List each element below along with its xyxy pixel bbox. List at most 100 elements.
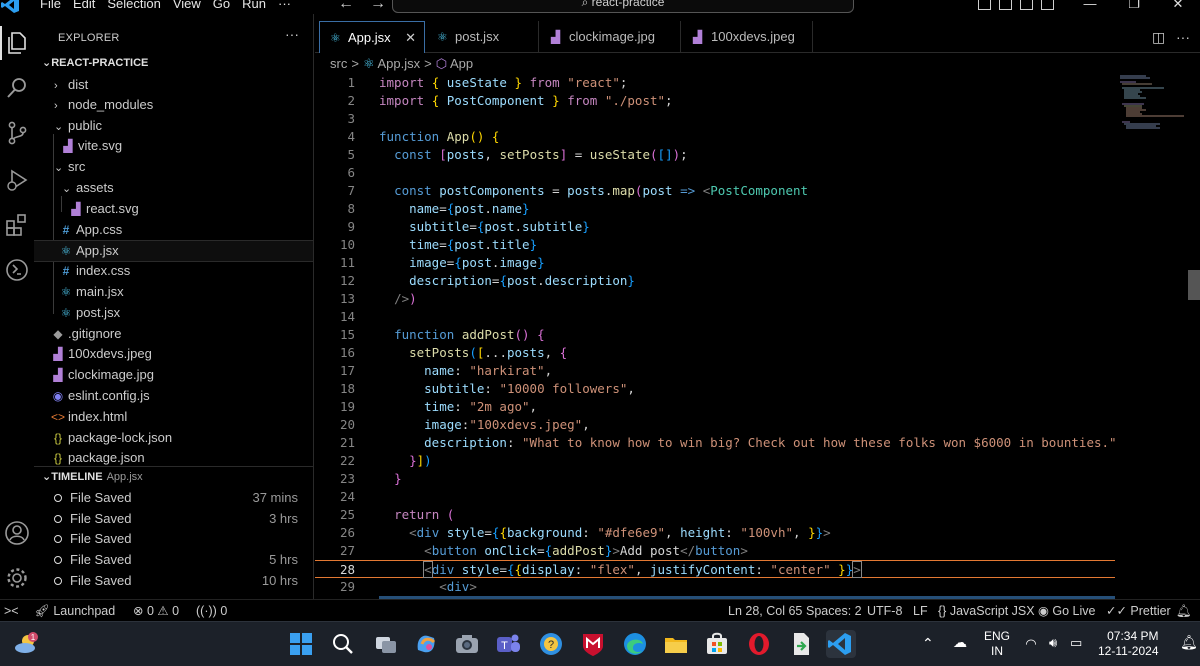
- encoding[interactable]: UTF-8: [867, 600, 902, 622]
- close-icon[interactable]: ✕: [405, 22, 416, 54]
- weather-icon[interactable]: 1: [12, 630, 40, 658]
- customize-layout-icon[interactable]: [1041, 0, 1054, 10]
- tree-item-clockimage-jpg[interactable]: ▟ clockimage.jpg: [34, 365, 313, 385]
- tab-clockimage-jpg[interactable]: ▟ clockimage.jpg: [541, 21, 681, 53]
- notifications-bell-icon[interactable]: 🔔︎: [1176, 600, 1192, 622]
- menu-file[interactable]: File: [34, 0, 67, 12]
- breadcrumb-folder[interactable]: src: [330, 56, 347, 71]
- teams-icon[interactable]: T: [494, 630, 522, 658]
- close-window-icon[interactable]: ✕: [1156, 0, 1200, 12]
- edge-browser-icon[interactable]: [621, 630, 649, 658]
- cursor-position[interactable]: Ln 28, Col 65: [728, 600, 802, 622]
- menu-selection[interactable]: Selection: [101, 0, 166, 12]
- file-explorer-icon[interactable]: [662, 630, 690, 658]
- tree-item-100xdevs-jpeg[interactable]: ▟ 100xdevs.jpeg: [34, 344, 313, 364]
- task-view-icon[interactable]: [372, 630, 400, 658]
- speaker-icon[interactable]: 🔊︎: [1049, 635, 1057, 650]
- tree-item-dist[interactable]: › dist: [34, 75, 313, 95]
- command-center-search[interactable]: ⌕ react-practice: [392, 0, 854, 13]
- source-control-icon[interactable]: [4, 120, 30, 146]
- menu-edit[interactable]: Edit: [67, 0, 101, 12]
- timeline-header[interactable]: ⌄TIMELINE App.jsx: [42, 470, 143, 483]
- search-icon[interactable]: [4, 75, 30, 101]
- tab-app-jsx[interactable]: ⚛ App.jsx ✕: [319, 21, 425, 53]
- account-icon[interactable]: [4, 520, 30, 546]
- go-live-item[interactable]: ◉ Go Live: [1038, 600, 1095, 622]
- menu-view[interactable]: View: [167, 0, 207, 12]
- tree-item-app-jsx[interactable]: ⚛ App.jsx: [34, 240, 313, 262]
- back-arrow-icon[interactable]: ←: [338, 0, 370, 12]
- toggle-primary-sidebar-icon[interactable]: [978, 0, 991, 10]
- launchpad-item[interactable]: 🚀︎ Launchpad: [34, 600, 115, 622]
- extensions-icon[interactable]: [4, 212, 30, 238]
- toggle-panel-icon[interactable]: [999, 0, 1012, 10]
- toggle-secondary-sidebar-icon[interactable]: [1020, 0, 1033, 10]
- more-actions-icon[interactable]: ···: [1176, 29, 1190, 45]
- minimap[interactable]: [1116, 74, 1186, 134]
- tree-item-package-json[interactable]: {} package.json: [34, 448, 313, 468]
- explorer-icon[interactable]: [0, 26, 30, 60]
- tree-item-app-css[interactable]: # App.css: [34, 220, 313, 240]
- problems-item[interactable]: ⊗ 0 ⚠ 0: [133, 600, 179, 622]
- tree-item-index-css[interactable]: # index.css: [34, 261, 313, 281]
- copilot-icon[interactable]: [412, 630, 440, 658]
- explorer-more-icon[interactable]: ···: [285, 26, 299, 42]
- timeline-entry[interactable]: File Saved 5 hrs: [34, 550, 313, 570]
- tree-item-react-svg[interactable]: ▟ react.svg: [34, 199, 313, 219]
- menu-run[interactable]: Run: [236, 0, 272, 12]
- language-mode[interactable]: {} JavaScript JSX: [938, 600, 1035, 622]
- chevron-up-icon[interactable]: ⌃: [922, 636, 934, 651]
- breadcrumb-symbol[interactable]: App: [450, 56, 473, 71]
- microsoft-store-icon[interactable]: [703, 630, 731, 658]
- code-editor[interactable]: 1 import { useState } from "react"; 2 impo…: [315, 74, 1115, 599]
- start-windows-icon[interactable]: [287, 630, 315, 658]
- remote-indicator-icon[interactable]: ><: [4, 600, 19, 622]
- taskbar-search-icon[interactable]: [329, 630, 357, 658]
- tree-item-node-modules[interactable]: › node_modules: [34, 95, 313, 115]
- opera-browser-icon[interactable]: [745, 630, 773, 658]
- timeline-entry[interactable]: File Saved 10 hrs: [34, 571, 313, 591]
- timeline-entry[interactable]: File Saved 37 mins: [34, 488, 313, 508]
- scrollbar-thumb[interactable]: [1188, 270, 1200, 300]
- cloud-sync-icon[interactable]: ☁︎: [953, 635, 967, 650]
- wifi-icon[interactable]: ◜◝: [1026, 636, 1036, 651]
- tree-item-gitignore[interactable]: ◆ .gitignore: [34, 324, 313, 344]
- tree-item-vite-svg[interactable]: ▟ vite.svg: [34, 136, 313, 156]
- clock[interactable]: 07:34 PM 12-11-2024: [1098, 629, 1159, 659]
- battery-icon[interactable]: ▭: [1070, 635, 1082, 650]
- tree-item-main-jsx[interactable]: ⚛ main.jsx: [34, 282, 313, 302]
- remote-explorer-icon[interactable]: [4, 257, 30, 283]
- timeline-entry[interactable]: File Saved: [34, 529, 313, 549]
- breadcrumb-file[interactable]: App.jsx: [378, 56, 421, 71]
- run-debug-icon[interactable]: [4, 167, 30, 193]
- ports-item[interactable]: ((·)) 0: [196, 600, 227, 622]
- tree-item-eslint-config[interactable]: ◉ eslint.config.js: [34, 386, 313, 406]
- file-manager-icon[interactable]: [787, 630, 815, 658]
- mcafee-icon[interactable]: [579, 630, 607, 658]
- split-editor-icon[interactable]: ◫: [1152, 29, 1165, 46]
- language-indicator[interactable]: ENG IN: [984, 629, 1010, 659]
- menu-go[interactable]: Go: [207, 0, 236, 12]
- tree-item-post-jsx[interactable]: ⚛ post.jsx: [34, 303, 313, 323]
- minimize-icon[interactable]: —: [1068, 0, 1112, 12]
- notification-bell-icon[interactable]: 🔔︎: [1180, 635, 1198, 650]
- prettier-item[interactable]: ✓✓ Prettier: [1106, 600, 1171, 622]
- tree-item-src[interactable]: ⌄ src: [34, 157, 313, 177]
- camera-icon[interactable]: [453, 630, 481, 658]
- vscode-taskbar-icon[interactable]: [826, 630, 856, 658]
- tree-item-index-html[interactable]: <> index.html: [34, 407, 313, 427]
- restore-icon[interactable]: ❐: [1112, 0, 1156, 12]
- tree-item-package-lock-json[interactable]: {} package-lock.json: [34, 428, 313, 448]
- editor-scrollbar[interactable]: [1188, 74, 1200, 599]
- tab-100xdevs-jpeg[interactable]: ▟ 100xdevs.jpeg: [683, 21, 813, 53]
- tree-item-assets[interactable]: ⌄ assets: [34, 178, 313, 198]
- tab-post-jsx[interactable]: ⚛ post.jsx: [427, 21, 539, 53]
- tree-item-public[interactable]: ⌄ public: [34, 116, 313, 136]
- help-icon[interactable]: ?: [537, 630, 565, 658]
- workspace-root[interactable]: ⌄REACT-PRACTICE: [42, 56, 148, 69]
- settings-gear-icon[interactable]: [4, 565, 30, 591]
- menu-more[interactable]: ···: [272, 0, 297, 12]
- indentation[interactable]: Spaces: 2: [806, 600, 862, 622]
- line-ending[interactable]: LF: [913, 600, 928, 622]
- timeline-entry[interactable]: File Saved 3 hrs: [34, 509, 313, 529]
